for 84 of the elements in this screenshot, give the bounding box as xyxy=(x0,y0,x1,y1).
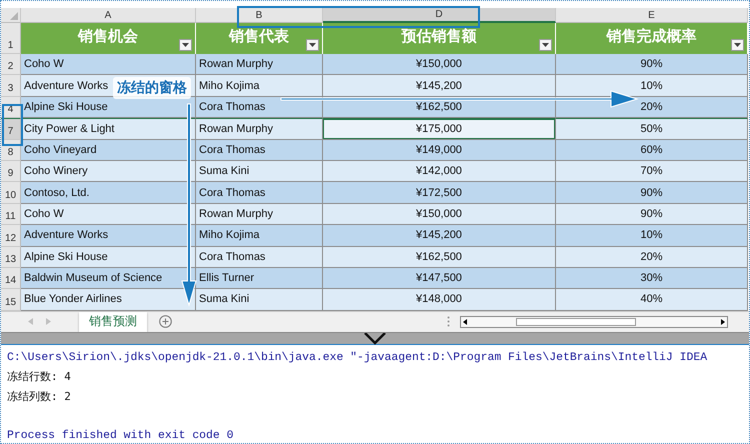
console-line: C:\Users\Sirion\.jdks\openjdk-21.0.1\bin\java.exe "-javaagent:D:\Program Files\JetBrains\IntelliJ IDEA xyxy=(7,350,708,366)
row-header[interactable]: 14 xyxy=(1,268,21,290)
row-header[interactable]: 9 xyxy=(1,160,21,182)
table-cell: Rowan Murphy xyxy=(196,204,323,226)
table-cell: 40% xyxy=(556,289,748,311)
triangle-icon xyxy=(10,12,18,20)
column-header[interactable]: A xyxy=(21,8,196,23)
table-cell: 70% xyxy=(556,160,748,182)
table-cell: Coho W xyxy=(21,54,196,76)
table-cell: Cora Thomas xyxy=(196,182,323,204)
table-cell: 10% xyxy=(556,75,748,97)
table-cell: 50% xyxy=(556,118,748,140)
column-header[interactable]: E xyxy=(556,8,748,23)
annotation-label: 冻结的窗格 xyxy=(113,77,191,99)
table-cell: ¥145,200 xyxy=(323,75,556,97)
scroll-right-icon[interactable] xyxy=(719,318,727,326)
table-cell: Suma Kini xyxy=(196,160,323,182)
column-header[interactable]: B xyxy=(196,8,323,23)
console-line: 冻结行数: 4 xyxy=(7,369,72,386)
scroll-left-icon[interactable] xyxy=(461,318,469,326)
table-cell: 90% xyxy=(556,204,748,226)
table-cell: ¥172,500 xyxy=(323,182,556,204)
table-cell: Coho W xyxy=(21,204,196,226)
table-cell: ¥175,000 xyxy=(323,118,556,140)
table-cell: ¥162,500 xyxy=(323,246,556,268)
sheet-tab[interactable]: 销售预测 xyxy=(79,312,147,332)
table-cell: Blue Yonder Airlines xyxy=(21,289,196,311)
table-cell: Cora Thomas xyxy=(196,96,323,118)
table-cell: ¥145,200 xyxy=(323,225,556,247)
table-cell: 10% xyxy=(556,225,748,247)
highlight-box xyxy=(2,104,23,146)
table-cell: Alpine Ski House xyxy=(21,246,196,268)
column-header[interactable]: D xyxy=(323,8,556,23)
filter-dropdown-button[interactable] xyxy=(539,39,552,51)
collapse-chevron-icon[interactable] xyxy=(363,332,387,345)
row-header[interactable]: 15 xyxy=(1,289,21,311)
row-header[interactable]: 7 xyxy=(1,118,21,140)
table-cell: Cora Thomas xyxy=(196,140,323,161)
table-cell: 60% xyxy=(556,140,748,161)
filter-dropdown-button[interactable] xyxy=(179,39,192,51)
table-cell: Baldwin Museum of Science xyxy=(21,268,196,290)
horizontal-scrollbar[interactable] xyxy=(460,316,728,328)
table-cell: 90% xyxy=(556,182,748,204)
table-cell: Contoso, Ltd. xyxy=(21,182,196,204)
header-cell: 销售机会 xyxy=(21,23,196,54)
table-cell: ¥150,000 xyxy=(323,54,556,76)
table-cell: Rowan Murphy xyxy=(196,118,323,140)
table-cell: Suma Kini xyxy=(196,289,323,311)
row-header[interactable]: 12 xyxy=(1,225,21,247)
caret-icon xyxy=(542,43,549,47)
row-header[interactable]: 2 xyxy=(1,54,21,76)
add-sheet-icon[interactable] xyxy=(159,315,172,328)
table-cell: Coho Vineyard xyxy=(21,140,196,161)
header-cell: 预估销售额 xyxy=(323,23,556,54)
table-cell: 90% xyxy=(556,54,748,76)
caret-icon xyxy=(182,43,189,47)
row-header[interactable]: 10 xyxy=(1,182,21,204)
header-cell: 销售完成概率 xyxy=(556,23,748,54)
row-header[interactable]: 13 xyxy=(1,246,21,268)
table-cell: ¥148,000 xyxy=(323,289,556,311)
table-cell: ¥150,000 xyxy=(323,204,556,226)
table-cell: Miho Kojima xyxy=(196,225,323,247)
filter-dropdown-button[interactable] xyxy=(731,39,744,51)
console-line: 冻结列数: 2 xyxy=(7,388,72,405)
header-cell: 销售代表 xyxy=(196,23,323,54)
table-cell: Miho Kojima xyxy=(196,75,323,97)
table-cell: Cora Thomas xyxy=(196,246,323,268)
table-cell: Ellis Turner xyxy=(196,268,323,290)
table-cell: Coho Winery xyxy=(21,160,196,182)
caret-icon xyxy=(309,43,316,47)
console-line: Process finished with exit code 0 xyxy=(7,428,234,443)
table-cell: ¥149,000 xyxy=(323,140,556,161)
filter-dropdown-button[interactable] xyxy=(306,39,319,51)
table-cell: City Power & Light xyxy=(21,118,196,140)
table-cell: 20% xyxy=(556,246,748,268)
row-header[interactable]: 1 xyxy=(1,23,21,54)
table-cell: ¥147,500 xyxy=(323,268,556,290)
row-header[interactable]: 11 xyxy=(1,204,21,226)
table-cell: ¥142,000 xyxy=(323,160,556,182)
table-cell: Adventure Works xyxy=(21,225,196,247)
table-cell: 30% xyxy=(556,268,748,290)
row-header[interactable]: 3 xyxy=(1,75,21,97)
caret-icon xyxy=(734,43,741,47)
table-cell: Rowan Murphy xyxy=(196,54,323,76)
